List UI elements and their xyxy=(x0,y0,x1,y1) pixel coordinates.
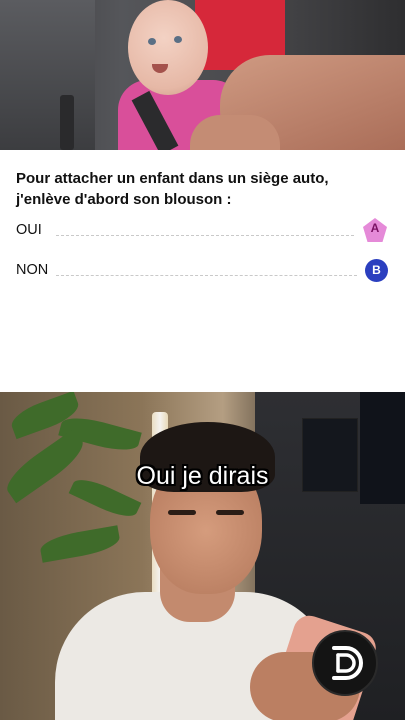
video-caption: Oui je dirais xyxy=(136,462,269,490)
car-seat-buckle xyxy=(60,95,74,150)
option-label-non: NON xyxy=(16,262,49,278)
eyebrow-left xyxy=(168,510,196,515)
baby-eye-left xyxy=(148,38,156,45)
question-line-2: j'enlève d'abord son blouson : xyxy=(16,191,232,208)
option-a-pentagon-badge[interactable]: A xyxy=(362,217,388,243)
quiz-question: Pour attacher un enfant dans un siège au… xyxy=(16,168,391,210)
logo-d-mark-icon xyxy=(332,646,363,680)
baby-eye-right xyxy=(174,36,182,43)
quiz-illustration-photo xyxy=(0,0,405,150)
dotted-leader xyxy=(56,234,354,236)
option-label-oui: OUI xyxy=(16,222,42,238)
channel-logo-icon[interactable] xyxy=(312,630,378,696)
dotted-leader xyxy=(56,274,357,276)
option-a-letter: A xyxy=(370,221,380,235)
plant-leaf xyxy=(38,525,122,563)
car-seat-shell xyxy=(0,0,95,150)
answer-option-b[interactable]: NON B xyxy=(16,258,388,282)
eyebrow-right xyxy=(216,510,244,515)
answer-option-a[interactable]: OUI A xyxy=(16,218,388,242)
adult-hand-left xyxy=(190,115,280,150)
option-b-circle-badge[interactable]: B xyxy=(365,258,388,282)
question-line-1: Pour attacher un enfant dans un siège au… xyxy=(16,170,329,187)
baby-face xyxy=(128,0,208,95)
